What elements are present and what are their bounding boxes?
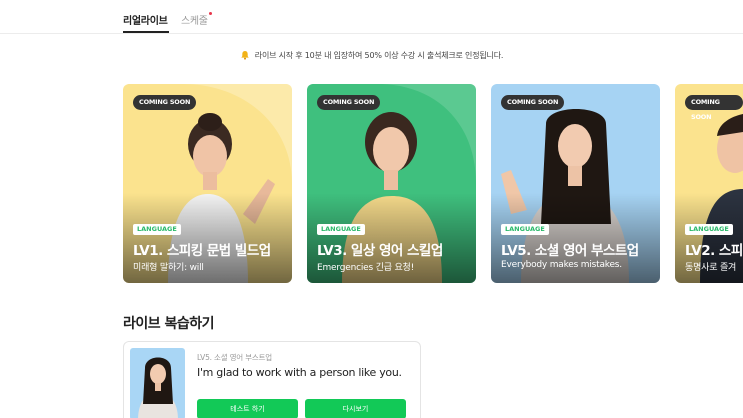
bell-icon bbox=[241, 51, 249, 60]
card-title: LV2. 스피 bbox=[685, 243, 743, 259]
card-title: LV3. 일상 영어 스킬업 bbox=[317, 243, 443, 259]
card-subtitle: 미래형 말하기: will bbox=[133, 263, 204, 273]
card-subtitle: Everybody makes mistakes. bbox=[501, 260, 622, 270]
category-badge: LANGUAGE bbox=[685, 224, 733, 235]
notice-text: 라이브 시작 후 10분 내 입장하여 50% 이상 수강 시 출석체크로 인정… bbox=[254, 51, 504, 60]
review-thumbnail bbox=[130, 348, 185, 418]
coming-soon-badge: COMING SOON bbox=[317, 95, 381, 110]
attendance-notice: 라이브 시작 후 10분 내 입장하여 50% 이상 수강 시 출석체크로 인정… bbox=[0, 50, 743, 61]
instructor-thumbnail-icon bbox=[138, 357, 178, 418]
watch-again-button[interactable]: 다시보기 bbox=[305, 399, 406, 418]
coming-soon-badge: COMING SOON bbox=[501, 95, 565, 110]
tab-bar: 리얼라이브 스케줄 bbox=[0, 0, 743, 34]
coming-soon-badge: COMING SOON bbox=[685, 95, 743, 121]
live-card[interactable]: COMING SOON LANGUAGE LV5. 소셜 영어 부스트업 Eve… bbox=[491, 84, 660, 283]
coming-soon-badge: COMING SOON bbox=[133, 95, 197, 110]
review-section-title: 라이브 복습하기 bbox=[123, 316, 215, 332]
live-card[interactable]: COMING SOON LANGUAGE LV2. 스피 동명사로 즐겨 bbox=[675, 84, 743, 283]
card-subtitle: Emergencies 긴급 요청! bbox=[317, 263, 415, 273]
live-card[interactable]: COMING SOON LANGUAGE LV3. 일상 영어 스킬업 Emer… bbox=[307, 84, 476, 283]
category-badge: LANGUAGE bbox=[317, 224, 365, 235]
card-title: LV5. 소셜 영어 부스트업 bbox=[501, 243, 639, 259]
live-card[interactable]: COMING SOON LANGUAGE LV1. 스피킹 문법 빌드업 미래형… bbox=[123, 84, 292, 283]
card-subtitle: 동명사로 즐겨 bbox=[685, 263, 737, 273]
tab-real-live[interactable]: 리얼라이브 bbox=[123, 12, 168, 27]
review-sentence: I'm glad to work with a person like you. bbox=[197, 366, 402, 379]
take-test-button[interactable]: 테스트 하기 bbox=[197, 399, 298, 418]
new-dot bbox=[209, 12, 212, 15]
review-course-name: LV5. 소셜 영어 부스트업 bbox=[197, 353, 272, 362]
card-title: LV1. 스피킹 문법 빌드업 bbox=[133, 243, 271, 259]
review-card: LV5. 소셜 영어 부스트업 I'm glad to work with a … bbox=[123, 341, 421, 418]
tab-schedule[interactable]: 스케줄 bbox=[181, 12, 208, 27]
active-tab-indicator bbox=[123, 31, 169, 33]
category-badge: LANGUAGE bbox=[133, 224, 181, 235]
category-badge: LANGUAGE bbox=[501, 224, 549, 235]
